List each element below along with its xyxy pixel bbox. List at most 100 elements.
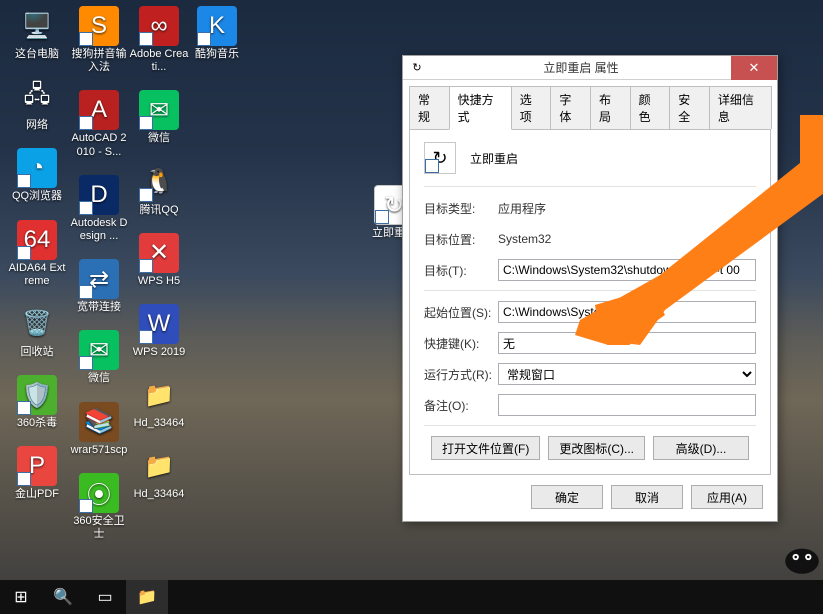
tab-strip: 常规快捷方式选项字体布局颜色安全详细信息 bbox=[403, 80, 777, 129]
tab-安全[interactable]: 安全 bbox=[669, 86, 710, 129]
desktop-icon[interactable]: 🖧网络 bbox=[6, 77, 68, 132]
start-button[interactable]: ⊞ bbox=[0, 580, 42, 614]
tab-常规[interactable]: 常规 bbox=[409, 86, 450, 129]
app-icon: S bbox=[79, 6, 119, 46]
value-target-location: System32 bbox=[498, 232, 756, 246]
desktop-icon-label: AIDA64 Extreme bbox=[7, 262, 67, 288]
desktop-icon-label: 搜狗拼音输入法 bbox=[69, 48, 129, 74]
app-icon: 🐧 bbox=[139, 162, 179, 202]
desktop-icon[interactable]: 64AIDA64 Extreme bbox=[6, 220, 68, 288]
tab-panel-shortcut: ↻ 立即重启 目标类型: 应用程序 目标位置: System32 目标(T): … bbox=[409, 129, 771, 475]
desktop-icon[interactable]: S搜狗拼音输入法 bbox=[68, 6, 130, 74]
app-icon: 📁 bbox=[139, 446, 179, 486]
desktop-icon-label: 腾讯QQ bbox=[139, 204, 178, 217]
input-start-in[interactable] bbox=[498, 301, 756, 323]
desktop-icon[interactable]: K 酷狗音乐 bbox=[186, 6, 248, 61]
properties-dialog: ↻ 立即重启 属性 ✕ 常规快捷方式选项字体布局颜色安全详细信息 ↻ 立即重启 … bbox=[402, 55, 778, 522]
desktop-icon-label: WPS H5 bbox=[138, 275, 180, 288]
app-icon: ⇄ bbox=[79, 259, 119, 299]
desktop-icon[interactable]: ⇄ 宽带连接 bbox=[68, 259, 130, 314]
desktop-icon[interactable]: P金山PDF bbox=[6, 446, 68, 501]
desktop-icon-label: 酷狗音乐 bbox=[195, 48, 239, 61]
desktop-icon-label: 360安全卫士 bbox=[69, 515, 129, 541]
desktop-icon-label: 金山PDF bbox=[15, 488, 59, 501]
desktop-icon[interactable]: ✉微信 bbox=[128, 90, 190, 145]
input-target[interactable] bbox=[498, 259, 756, 281]
tab-选项[interactable]: 选项 bbox=[511, 86, 552, 129]
task-view-button[interactable]: ▭ bbox=[84, 580, 126, 614]
label-start-in: 起始位置(S): bbox=[424, 304, 498, 321]
app-icon: ⦿ bbox=[79, 473, 119, 513]
select-run[interactable]: 常规窗口 bbox=[498, 363, 756, 385]
app-icon: K bbox=[197, 6, 237, 46]
ok-button[interactable]: 确定 bbox=[531, 485, 603, 509]
mascot-icon bbox=[781, 536, 823, 578]
apply-button[interactable]: 应用(A) bbox=[691, 485, 763, 509]
desktop-icon[interactable]: 🛡️ 360杀毒 bbox=[6, 375, 68, 430]
desktop-icon-label: 宽带连接 bbox=[77, 301, 121, 314]
taskbar: ⊞🔍▭📁 bbox=[0, 580, 823, 614]
value-target-type: 应用程序 bbox=[498, 200, 756, 217]
label-hotkey: 快捷键(K): bbox=[424, 335, 498, 352]
dialog-footer: 确定 取消 应用(A) bbox=[403, 475, 777, 521]
desktop-icon[interactable]: ◔ QQ浏览器 bbox=[6, 148, 68, 203]
desktop-icon[interactable]: 🖥️ 这台电脑 bbox=[6, 6, 68, 61]
desktop-icon-label: WPS 2019 bbox=[133, 346, 186, 359]
desktop-icon[interactable]: 📚 wrar571scp bbox=[68, 402, 130, 457]
explorer-button[interactable]: 📁 bbox=[126, 580, 168, 614]
desktop-icon-label: wrar571scp bbox=[71, 444, 128, 457]
advanced-button[interactable]: 高级(D)... bbox=[653, 436, 749, 460]
app-icon: A bbox=[79, 90, 119, 130]
desktop-icon[interactable]: ✉微信 bbox=[68, 330, 130, 385]
titlebar[interactable]: ↻ 立即重启 属性 ✕ bbox=[403, 56, 777, 80]
desktop-icon[interactable]: ∞Adobe Creati... bbox=[128, 6, 190, 74]
desktop-icon-label: 这台电脑 bbox=[15, 48, 59, 61]
desktop-icon[interactable]: 🗑️ 回收站 bbox=[6, 304, 68, 359]
label-run: 运行方式(R): bbox=[424, 366, 498, 383]
desktop-icon-label: Hd_33464 bbox=[134, 417, 185, 430]
app-icon: 64 bbox=[17, 220, 57, 260]
desktop-icon-label: 360杀毒 bbox=[17, 417, 57, 430]
desktop-icon-label: QQ浏览器 bbox=[12, 190, 62, 203]
label-comment: 备注(O): bbox=[424, 397, 498, 414]
app-icon: ∞ bbox=[139, 6, 179, 46]
app-icon: 🛡️ bbox=[17, 375, 57, 415]
tab-快捷方式[interactable]: 快捷方式 bbox=[449, 86, 512, 130]
desktop-icon[interactable]: 🐧 腾讯QQ bbox=[128, 162, 190, 217]
desktop-icon[interactable]: W WPS 2019 bbox=[128, 304, 190, 359]
label-target: 目标(T): bbox=[424, 262, 498, 279]
desktop-icon-label: Autodesk Design ... bbox=[69, 217, 129, 243]
search-button[interactable]: 🔍 bbox=[42, 580, 84, 614]
app-icon: ◔ bbox=[17, 148, 57, 188]
shortcut-name: 立即重启 bbox=[470, 150, 518, 167]
app-icon: W bbox=[139, 304, 179, 344]
desktop-icon[interactable]: DAutodesk Design ... bbox=[68, 175, 130, 243]
app-icon: D bbox=[79, 175, 119, 215]
tab-颜色[interactable]: 颜色 bbox=[630, 86, 671, 129]
shortcut-large-icon: ↻ bbox=[424, 142, 456, 174]
desktop-icon-label: 微信 bbox=[88, 372, 110, 385]
input-hotkey[interactable] bbox=[498, 332, 756, 354]
close-button[interactable]: ✕ bbox=[731, 56, 777, 80]
tab-布局[interactable]: 布局 bbox=[590, 86, 631, 129]
tab-字体[interactable]: 字体 bbox=[550, 86, 591, 129]
change-icon-button[interactable]: 更改图标(C)... bbox=[548, 436, 645, 460]
desktop-icon[interactable]: ⦿360安全卫士 bbox=[68, 473, 130, 541]
app-icon: ✉ bbox=[139, 90, 179, 130]
app-icon: 🖥️ bbox=[17, 6, 57, 46]
input-comment[interactable] bbox=[498, 394, 756, 416]
app-icon: ✕ bbox=[139, 233, 179, 273]
desktop-icon[interactable]: ✕ WPS H5 bbox=[128, 233, 190, 288]
desktop-icon-label: 回收站 bbox=[21, 346, 54, 359]
open-file-location-button[interactable]: 打开文件位置(F) bbox=[431, 436, 540, 460]
window-title: 立即重启 属性 bbox=[431, 59, 731, 76]
cancel-button[interactable]: 取消 bbox=[611, 485, 683, 509]
label-target-location: 目标位置: bbox=[424, 231, 498, 248]
desktop-icon[interactable]: AAutoCAD 2010 - S... bbox=[68, 90, 130, 158]
desktop-icon[interactable]: 📁Hd_33464 bbox=[128, 446, 190, 501]
app-icon: 🗑️ bbox=[17, 304, 57, 344]
app-icon: 📚 bbox=[79, 402, 119, 442]
desktop-icon-label: 网络 bbox=[26, 119, 48, 132]
desktop-icon[interactable]: 📁Hd_33464 bbox=[128, 375, 190, 430]
tab-详细信息[interactable]: 详细信息 bbox=[709, 86, 772, 129]
